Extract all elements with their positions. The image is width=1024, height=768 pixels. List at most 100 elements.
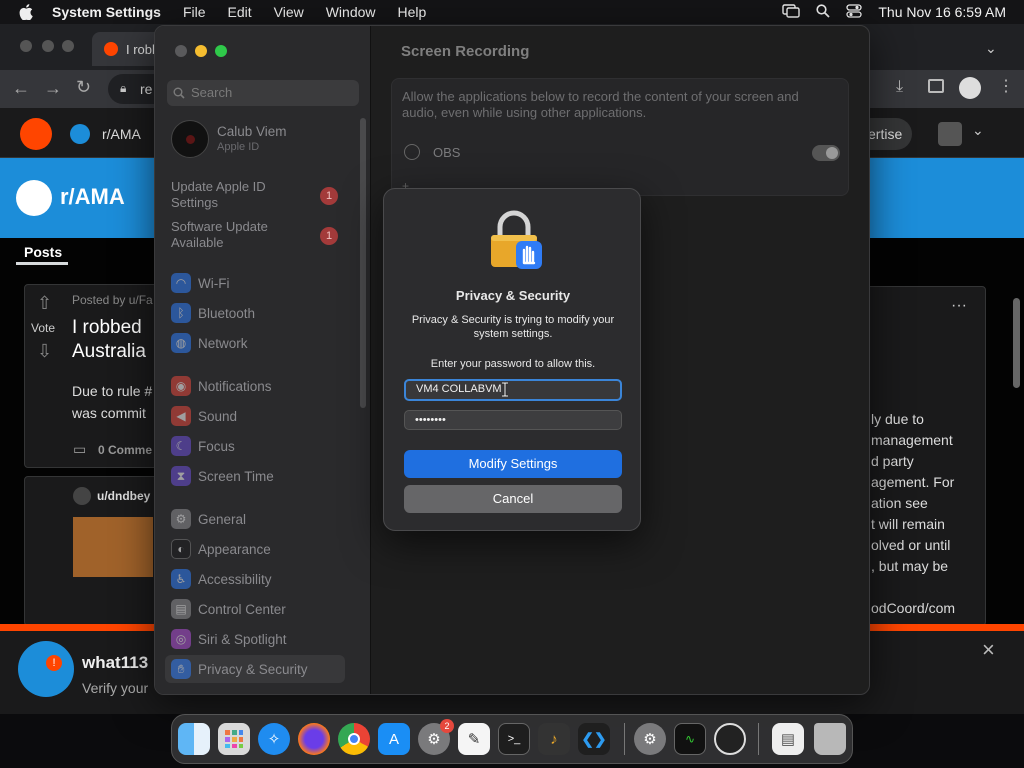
sidebar-item-siri-spotlight[interactable]: ◎ Siri & Spotlight [171, 625, 359, 653]
subreddit-dropdown-label[interactable]: r/AMA [102, 126, 141, 142]
system-settings-icon-2[interactable]: ⚙ [634, 723, 666, 755]
user-subtitle: Apple ID [217, 141, 260, 153]
trash-icon[interactable] [814, 723, 846, 755]
sidebar-item-wifi[interactable]: ◠ Wi-Fi [171, 269, 359, 297]
software-update-available[interactable]: Software Update Available 1 [171, 219, 361, 253]
obs-icon[interactable] [714, 723, 746, 755]
notification-title: what113 [82, 653, 149, 672]
downvote-arrow-icon[interactable]: ⇩ [37, 341, 52, 362]
menu-app-name[interactable]: System Settings [52, 4, 161, 20]
user-menu-chevron-icon[interactable]: ⌄ [972, 122, 984, 139]
apple-id-account[interactable]: Calub Viem Apple ID [171, 120, 361, 160]
dock: ✧ A ⚙ 2 ✎ >_ ♪ ❮❯ ⚙ ∿ ▤ [171, 714, 853, 764]
moon-icon: ☾ [171, 436, 191, 456]
garageband-icon[interactable]: ♪ [538, 723, 570, 755]
chrome-icon[interactable] [338, 723, 370, 755]
activity-monitor-icon[interactable]: ∿ [674, 723, 706, 755]
menu-edit[interactable]: Edit [228, 4, 252, 20]
page-scrollbar[interactable] [1013, 298, 1020, 388]
sidebar-item-bluetooth[interactable]: ᛒ Bluetooth [171, 299, 359, 327]
wifi-icon: ◠ [171, 273, 191, 293]
modify-settings-button[interactable]: Modify Settings [404, 450, 622, 478]
posts-tab[interactable]: Posts [24, 244, 62, 260]
firefox-icon[interactable] [298, 723, 330, 755]
user-avatar-icon[interactable] [938, 122, 962, 146]
profile-avatar-icon[interactable] [959, 77, 981, 99]
terminal-icon[interactable]: >_ [498, 723, 530, 755]
sidebar-item-notifications[interactable]: ◉ Notifications [171, 372, 359, 400]
comment-count[interactable]: 0 Comme [98, 443, 152, 457]
bluetooth-icon: ᛒ [171, 303, 191, 323]
settings-minimize-button[interactable] [195, 45, 207, 57]
sidebar-item-accessibility[interactable]: ♿︎ Accessibility [171, 565, 359, 593]
menu-view[interactable]: View [274, 4, 304, 20]
close-window-button[interactable] [20, 40, 32, 52]
sidebar-item-focus[interactable]: ☾ Focus [171, 432, 359, 460]
reload-icon[interactable]: ↻ [76, 77, 91, 98]
obs-toggle[interactable] [812, 145, 840, 161]
forward-arrow-icon[interactable]: → [44, 78, 62, 99]
search-placeholder: Search [191, 85, 233, 100]
upvote-arrow-icon[interactable]: ⇧ [37, 293, 52, 314]
safari-icon[interactable]: ✧ [258, 723, 290, 755]
post-card[interactable]: ⇧ Vote ⇩ Posted by u/Fa I robbed Austral… [24, 284, 164, 468]
comment-icon[interactable]: ▭ [73, 441, 86, 458]
menu-window[interactable]: Window [326, 4, 376, 20]
search-icon [173, 80, 185, 108]
sidebar-item-privacy-security[interactable]: ✋︎ Privacy & Security [165, 655, 345, 683]
notification-subtitle: Verify your [82, 680, 149, 696]
menu-clock[interactable]: Thu Nov 16 6:59 AM [878, 4, 1006, 20]
sidebar-item-screen-time[interactable]: ⧗ Screen Time [171, 462, 359, 490]
password-field[interactable]: •••••••• [404, 410, 622, 430]
cancel-button[interactable]: Cancel [404, 485, 622, 513]
sidebar-item-appearance[interactable]: ◐ Appearance [171, 535, 359, 563]
sidebar-item-network[interactable]: ◍ Network [171, 329, 359, 357]
launchpad-icon[interactable] [218, 723, 250, 755]
apple-menu-icon[interactable] [18, 3, 34, 21]
settings-close-button[interactable] [175, 45, 187, 57]
minimize-window-button[interactable] [42, 40, 54, 52]
spotlight-search-icon[interactable] [816, 3, 830, 21]
post-thumbnail[interactable] [73, 517, 153, 577]
menu-file[interactable]: File [183, 4, 206, 20]
post-2-author[interactable]: u/dndbey [97, 489, 150, 503]
finder-icon[interactable] [178, 723, 210, 755]
settings-zoom-button[interactable] [215, 45, 227, 57]
sidebar-scrollbar[interactable] [360, 118, 366, 408]
zoom-window-button[interactable] [62, 40, 74, 52]
posts-tab-underline [16, 262, 68, 265]
control-center-icon[interactable] [846, 3, 863, 21]
sidebar-item-label: Notifications [198, 378, 272, 394]
post-card-2[interactable]: u/dndbey [24, 476, 164, 626]
download-icon[interactable]: ⤓ [896, 78, 903, 96]
mail-icon [18, 641, 74, 697]
dialog-prompt: Enter your password to allow this. [430, 358, 596, 370]
app-store-icon[interactable]: A [378, 723, 410, 755]
tab-list-chevron-icon[interactable]: ⌄ [985, 40, 997, 57]
post-author[interactable]: Posted by u/Fa [72, 293, 153, 307]
menu-help[interactable]: Help [398, 4, 427, 20]
side-panel-icon[interactable] [928, 79, 944, 93]
screen-mirroring-icon[interactable] [782, 3, 801, 21]
reddit-logo-icon[interactable] [20, 118, 52, 150]
sidebar-item-sound[interactable]: ◀ Sound [171, 402, 359, 430]
close-notification-icon[interactable]: × [982, 637, 995, 663]
post-title-line2[interactable]: Australia [72, 341, 146, 363]
browser-menu-icon[interactable]: ⋮ [998, 76, 1014, 96]
vscode-icon[interactable]: ❮❯ [578, 723, 610, 755]
username-field[interactable]: VM4 COLLABVM [404, 379, 622, 401]
settings-search-input[interactable]: Search [167, 80, 359, 106]
sidebar-item-label: Screen Time [198, 468, 274, 484]
sidebar-item-control-center[interactable]: ▤ Control Center [171, 595, 359, 623]
more-options-icon[interactable]: ··· [951, 297, 967, 315]
preview-icon[interactable]: ▤ [772, 723, 804, 755]
post-title-line1[interactable]: I robbed [72, 317, 142, 339]
sidebar-item-label: Wi-Fi [198, 275, 230, 291]
sidebar-item-general[interactable]: ⚙ General [171, 505, 359, 533]
textedit-icon[interactable]: ✎ [458, 723, 490, 755]
update-apple-id-settings[interactable]: Update Apple ID Settings 1 [171, 179, 361, 213]
lock-icon [488, 209, 544, 271]
back-arrow-icon[interactable]: ← [12, 78, 30, 99]
software-update-badge: 1 [320, 227, 338, 245]
browser-tab[interactable]: I robb [92, 32, 162, 66]
